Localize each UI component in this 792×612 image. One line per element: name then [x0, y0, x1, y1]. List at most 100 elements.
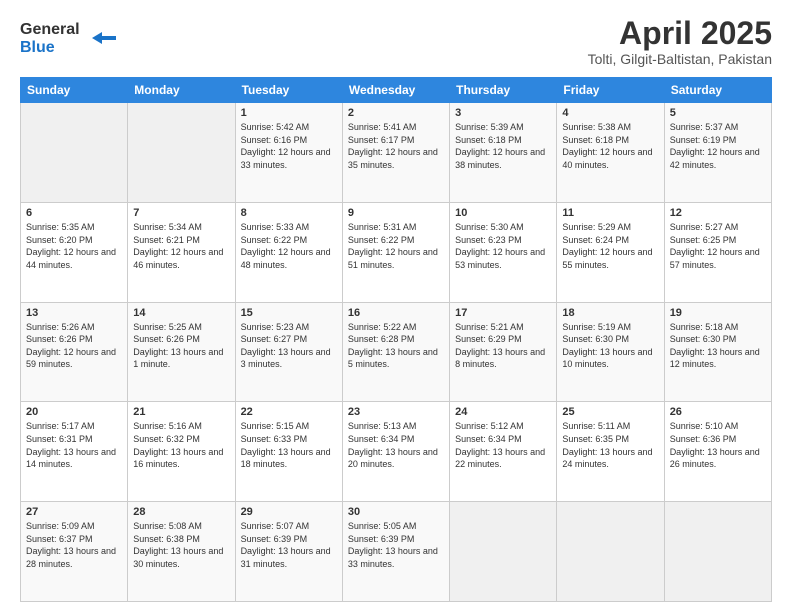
sunset-text: Sunset: 6:18 PM — [455, 135, 522, 145]
calendar-subtitle: Tolti, Gilgit-Baltistan, Pakistan — [588, 51, 772, 67]
sunset-text: Sunset: 6:23 PM — [455, 235, 522, 245]
daylight-text: Daylight: 13 hours and 30 minutes. — [133, 546, 223, 569]
sunset-text: Sunset: 6:36 PM — [670, 434, 737, 444]
sunrise-text: Sunrise: 5:41 AM — [348, 122, 417, 132]
col-saturday: Saturday — [664, 78, 771, 103]
svg-text:Blue: Blue — [20, 39, 55, 56]
daylight-text: Daylight: 13 hours and 1 minute. — [133, 347, 223, 370]
day-number: 25 — [562, 406, 658, 418]
title-block: April 2025 Tolti, Gilgit-Baltistan, Paki… — [588, 16, 772, 67]
daylight-text: Daylight: 12 hours and 53 minutes. — [455, 247, 545, 270]
sunset-text: Sunset: 6:33 PM — [241, 434, 308, 444]
sunset-text: Sunset: 6:34 PM — [455, 434, 522, 444]
day-cell — [664, 502, 771, 602]
sunrise-text: Sunrise: 5:10 AM — [670, 421, 739, 431]
day-cell — [450, 502, 557, 602]
daylight-text: Daylight: 13 hours and 16 minutes. — [133, 447, 223, 470]
sunset-text: Sunset: 6:38 PM — [133, 534, 200, 544]
col-monday: Monday — [128, 78, 235, 103]
daylight-text: Daylight: 13 hours and 28 minutes. — [26, 546, 116, 569]
sunset-text: Sunset: 6:27 PM — [241, 334, 308, 344]
sunset-text: Sunset: 6:28 PM — [348, 334, 415, 344]
day-number: 19 — [670, 307, 766, 319]
day-cell: 15 Sunrise: 5:23 AM Sunset: 6:27 PM Dayl… — [235, 302, 342, 402]
sunrise-text: Sunrise: 5:17 AM — [26, 421, 95, 431]
sunrise-text: Sunrise: 5:35 AM — [26, 222, 95, 232]
daylight-text: Daylight: 13 hours and 33 minutes. — [348, 546, 438, 569]
day-cell: 29 Sunrise: 5:07 AM Sunset: 6:39 PM Dayl… — [235, 502, 342, 602]
daylight-text: Daylight: 13 hours and 8 minutes. — [455, 347, 545, 370]
sunrise-text: Sunrise: 5:30 AM — [455, 222, 524, 232]
daylight-text: Daylight: 12 hours and 33 minutes. — [241, 147, 331, 170]
day-info: Sunrise: 5:31 AM Sunset: 6:22 PM Dayligh… — [348, 221, 444, 271]
header-row: Sunday Monday Tuesday Wednesday Thursday… — [21, 78, 772, 103]
week-row-4: 20 Sunrise: 5:17 AM Sunset: 6:31 PM Dayl… — [21, 402, 772, 502]
week-row-3: 13 Sunrise: 5:26 AM Sunset: 6:26 PM Dayl… — [21, 302, 772, 402]
day-cell: 24 Sunrise: 5:12 AM Sunset: 6:34 PM Dayl… — [450, 402, 557, 502]
daylight-text: Daylight: 13 hours and 18 minutes. — [241, 447, 331, 470]
daylight-text: Daylight: 12 hours and 48 minutes. — [241, 247, 331, 270]
sunrise-text: Sunrise: 5:37 AM — [670, 122, 739, 132]
day-info: Sunrise: 5:30 AM Sunset: 6:23 PM Dayligh… — [455, 221, 551, 271]
sunset-text: Sunset: 6:39 PM — [348, 534, 415, 544]
calendar-header: Sunday Monday Tuesday Wednesday Thursday… — [21, 78, 772, 103]
day-cell — [21, 103, 128, 203]
sunset-text: Sunset: 6:20 PM — [26, 235, 93, 245]
sunrise-text: Sunrise: 5:34 AM — [133, 222, 202, 232]
daylight-text: Daylight: 12 hours and 46 minutes. — [133, 247, 223, 270]
daylight-text: Daylight: 12 hours and 57 minutes. — [670, 247, 760, 270]
day-number: 12 — [670, 207, 766, 219]
sunset-text: Sunset: 6:25 PM — [670, 235, 737, 245]
sunrise-text: Sunrise: 5:21 AM — [455, 322, 524, 332]
daylight-text: Daylight: 12 hours and 42 minutes. — [670, 147, 760, 170]
day-info: Sunrise: 5:13 AM Sunset: 6:34 PM Dayligh… — [348, 420, 444, 470]
day-number: 27 — [26, 506, 122, 518]
logo: General Blue — [20, 16, 130, 63]
day-number: 24 — [455, 406, 551, 418]
day-info: Sunrise: 5:29 AM Sunset: 6:24 PM Dayligh… — [562, 221, 658, 271]
sunrise-text: Sunrise: 5:07 AM — [241, 521, 310, 531]
header: General Blue April 2025 Tolti, Gilgit-Ba… — [20, 16, 772, 67]
week-row-1: 1 Sunrise: 5:42 AM Sunset: 6:16 PM Dayli… — [21, 103, 772, 203]
sunset-text: Sunset: 6:22 PM — [241, 235, 308, 245]
daylight-text: Daylight: 13 hours and 5 minutes. — [348, 347, 438, 370]
day-cell: 20 Sunrise: 5:17 AM Sunset: 6:31 PM Dayl… — [21, 402, 128, 502]
sunrise-text: Sunrise: 5:13 AM — [348, 421, 417, 431]
sunset-text: Sunset: 6:35 PM — [562, 434, 629, 444]
day-cell: 19 Sunrise: 5:18 AM Sunset: 6:30 PM Dayl… — [664, 302, 771, 402]
sunset-text: Sunset: 6:30 PM — [562, 334, 629, 344]
day-info: Sunrise: 5:18 AM Sunset: 6:30 PM Dayligh… — [670, 321, 766, 371]
day-info: Sunrise: 5:23 AM Sunset: 6:27 PM Dayligh… — [241, 321, 337, 371]
day-info: Sunrise: 5:34 AM Sunset: 6:21 PM Dayligh… — [133, 221, 229, 271]
day-number: 26 — [670, 406, 766, 418]
day-cell: 14 Sunrise: 5:25 AM Sunset: 6:26 PM Dayl… — [128, 302, 235, 402]
sunset-text: Sunset: 6:18 PM — [562, 135, 629, 145]
day-number: 9 — [348, 207, 444, 219]
svg-text:General: General — [20, 21, 80, 38]
day-info: Sunrise: 5:16 AM Sunset: 6:32 PM Dayligh… — [133, 420, 229, 470]
day-info: Sunrise: 5:11 AM Sunset: 6:35 PM Dayligh… — [562, 420, 658, 470]
daylight-text: Daylight: 12 hours and 35 minutes. — [348, 147, 438, 170]
sunrise-text: Sunrise: 5:29 AM — [562, 222, 631, 232]
day-number: 7 — [133, 207, 229, 219]
sunrise-text: Sunrise: 5:11 AM — [562, 421, 630, 431]
day-cell: 22 Sunrise: 5:15 AM Sunset: 6:33 PM Dayl… — [235, 402, 342, 502]
day-number: 16 — [348, 307, 444, 319]
col-wednesday: Wednesday — [342, 78, 449, 103]
day-info: Sunrise: 5:41 AM Sunset: 6:17 PM Dayligh… — [348, 121, 444, 171]
day-number: 14 — [133, 307, 229, 319]
daylight-text: Daylight: 13 hours and 20 minutes. — [348, 447, 438, 470]
calendar-body: 1 Sunrise: 5:42 AM Sunset: 6:16 PM Dayli… — [21, 103, 772, 602]
day-number: 2 — [348, 107, 444, 119]
day-info: Sunrise: 5:12 AM Sunset: 6:34 PM Dayligh… — [455, 420, 551, 470]
day-info: Sunrise: 5:09 AM Sunset: 6:37 PM Dayligh… — [26, 520, 122, 570]
day-number: 13 — [26, 307, 122, 319]
sunrise-text: Sunrise: 5:16 AM — [133, 421, 202, 431]
day-number: 22 — [241, 406, 337, 418]
daylight-text: Daylight: 13 hours and 3 minutes. — [241, 347, 331, 370]
day-number: 4 — [562, 107, 658, 119]
logo-svg: General Blue — [20, 16, 130, 58]
day-cell: 12 Sunrise: 5:27 AM Sunset: 6:25 PM Dayl… — [664, 202, 771, 302]
calendar-page: General Blue April 2025 Tolti, Gilgit-Ba… — [0, 0, 792, 612]
day-info: Sunrise: 5:42 AM Sunset: 6:16 PM Dayligh… — [241, 121, 337, 171]
